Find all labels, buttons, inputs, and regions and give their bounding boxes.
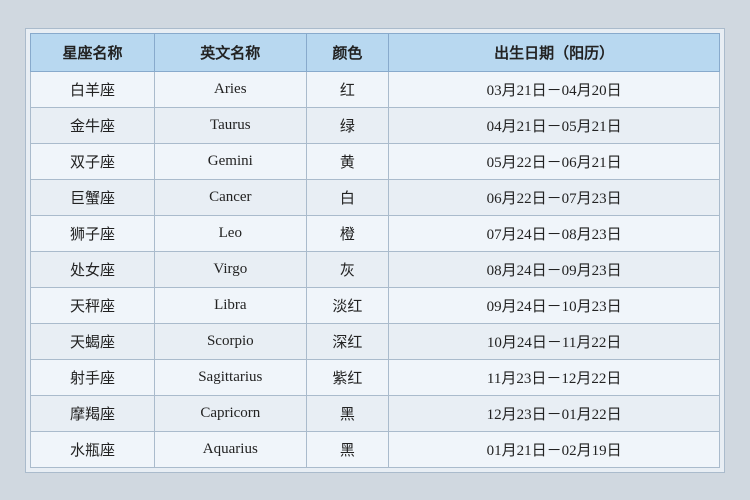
table-row: 金牛座Taurus绿04月21日－05月21日 xyxy=(31,107,720,143)
table-row: 双子座Gemini黄05月22日－06月21日 xyxy=(31,143,720,179)
cell-color: 黑 xyxy=(306,431,389,467)
cell-date: 03月21日－04月20日 xyxy=(389,71,720,107)
cell-zh-name: 水瓶座 xyxy=(31,431,155,467)
cell-en-name: Gemini xyxy=(155,143,307,179)
cell-color: 紫红 xyxy=(306,359,389,395)
table-row: 白羊座Aries红03月21日－04月20日 xyxy=(31,71,720,107)
table-row: 天蝎座Scorpio深红10月24日－11月22日 xyxy=(31,323,720,359)
header-en-name: 英文名称 xyxy=(155,33,307,71)
cell-date: 06月22日－07月23日 xyxy=(389,179,720,215)
cell-date: 08月24日－09月23日 xyxy=(389,251,720,287)
cell-zh-name: 摩羯座 xyxy=(31,395,155,431)
table-row: 摩羯座Capricorn黑12月23日－01月22日 xyxy=(31,395,720,431)
table-row: 天秤座Libra淡红09月24日－10月23日 xyxy=(31,287,720,323)
cell-zh-name: 射手座 xyxy=(31,359,155,395)
header-zh-name: 星座名称 xyxy=(31,33,155,71)
cell-en-name: Virgo xyxy=(155,251,307,287)
cell-color: 深红 xyxy=(306,323,389,359)
cell-color: 绿 xyxy=(306,107,389,143)
cell-zh-name: 巨蟹座 xyxy=(31,179,155,215)
cell-zh-name: 白羊座 xyxy=(31,71,155,107)
table-header-row: 星座名称 英文名称 颜色 出生日期（阳历） xyxy=(31,33,720,71)
cell-en-name: Sagittarius xyxy=(155,359,307,395)
cell-color: 白 xyxy=(306,179,389,215)
cell-color: 红 xyxy=(306,71,389,107)
cell-color: 橙 xyxy=(306,215,389,251)
table-body: 白羊座Aries红03月21日－04月20日金牛座Taurus绿04月21日－0… xyxy=(31,71,720,467)
cell-en-name: Leo xyxy=(155,215,307,251)
cell-zh-name: 双子座 xyxy=(31,143,155,179)
header-date: 出生日期（阳历） xyxy=(389,33,720,71)
cell-en-name: Aquarius xyxy=(155,431,307,467)
cell-zh-name: 狮子座 xyxy=(31,215,155,251)
cell-en-name: Taurus xyxy=(155,107,307,143)
cell-date: 05月22日－06月21日 xyxy=(389,143,720,179)
header-color: 颜色 xyxy=(306,33,389,71)
cell-date: 09月24日－10月23日 xyxy=(389,287,720,323)
cell-zh-name: 天秤座 xyxy=(31,287,155,323)
zodiac-table-container: 星座名称 英文名称 颜色 出生日期（阳历） 白羊座Aries红03月21日－04… xyxy=(25,28,725,473)
cell-color: 黑 xyxy=(306,395,389,431)
table-row: 狮子座Leo橙07月24日－08月23日 xyxy=(31,215,720,251)
table-row: 水瓶座Aquarius黑01月21日－02月19日 xyxy=(31,431,720,467)
cell-date: 12月23日－01月22日 xyxy=(389,395,720,431)
cell-en-name: Libra xyxy=(155,287,307,323)
cell-date: 04月21日－05月21日 xyxy=(389,107,720,143)
cell-zh-name: 金牛座 xyxy=(31,107,155,143)
table-row: 射手座Sagittarius紫红11月23日－12月22日 xyxy=(31,359,720,395)
cell-color: 淡红 xyxy=(306,287,389,323)
cell-zh-name: 处女座 xyxy=(31,251,155,287)
cell-en-name: Aries xyxy=(155,71,307,107)
table-row: 巨蟹座Cancer白06月22日－07月23日 xyxy=(31,179,720,215)
cell-date: 10月24日－11月22日 xyxy=(389,323,720,359)
table-row: 处女座Virgo灰08月24日－09月23日 xyxy=(31,251,720,287)
cell-color: 灰 xyxy=(306,251,389,287)
cell-date: 01月21日－02月19日 xyxy=(389,431,720,467)
cell-en-name: Scorpio xyxy=(155,323,307,359)
zodiac-table: 星座名称 英文名称 颜色 出生日期（阳历） 白羊座Aries红03月21日－04… xyxy=(30,33,720,468)
cell-date: 11月23日－12月22日 xyxy=(389,359,720,395)
cell-en-name: Capricorn xyxy=(155,395,307,431)
cell-date: 07月24日－08月23日 xyxy=(389,215,720,251)
cell-en-name: Cancer xyxy=(155,179,307,215)
cell-color: 黄 xyxy=(306,143,389,179)
cell-zh-name: 天蝎座 xyxy=(31,323,155,359)
